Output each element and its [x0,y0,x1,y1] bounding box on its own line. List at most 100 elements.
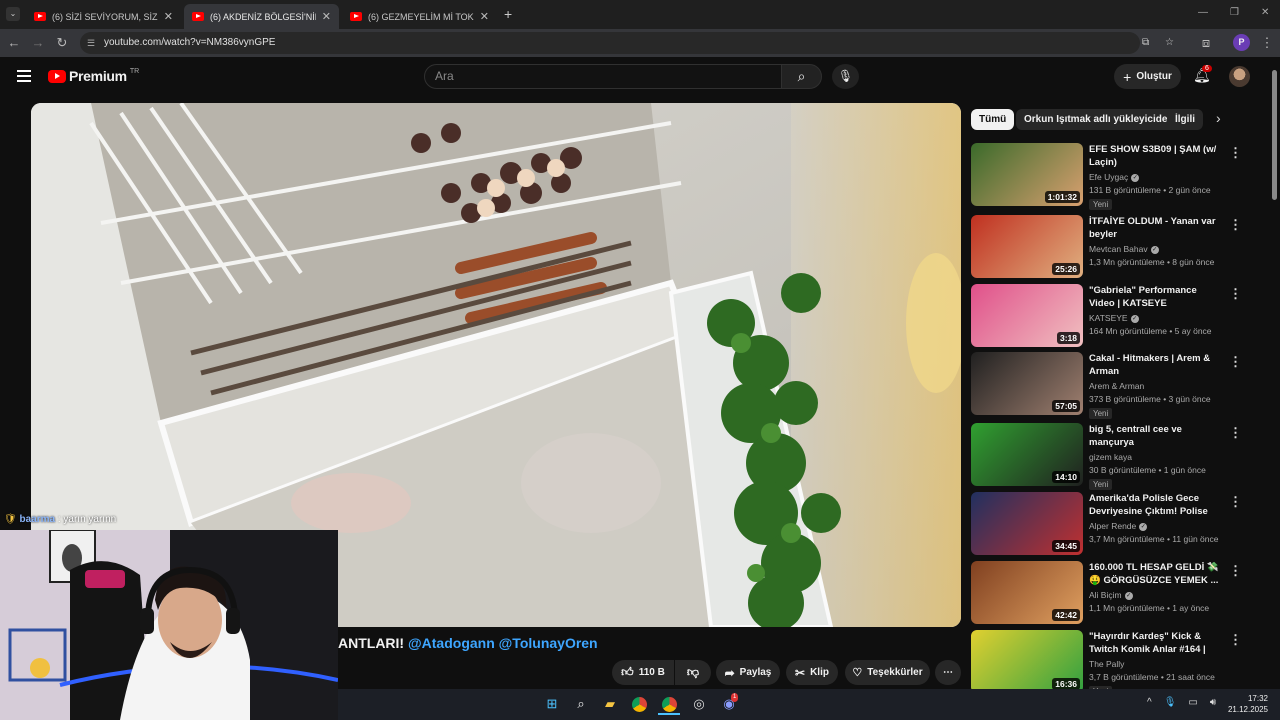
create-button[interactable]: + Oluştur [1114,64,1181,89]
install-icon[interactable]: ⧉ [1142,32,1149,54]
recommendation-item[interactable]: 34:45 Amerika'da Polisle Gece Devriyesine… [971,492,1261,556]
share-button[interactable]: ➦ Paylaş [716,660,780,685]
video-thumbnail[interactable]: 3:18 [971,284,1083,347]
browser-tab-2[interactable]: (6) AKDENİZ BÖLGESİ'NİN EN D ✕ [184,4,339,29]
recommendation-title[interactable]: Cakal - Hitmakers | Arem & Arman [1089,352,1225,378]
mention-link-1[interactable]: @Atadogann [408,635,495,651]
browser-tab-1[interactable]: (6) SİZİ SEVİYORUM, SİZİ SEVİY ✕ [26,4,181,29]
video-thumbnail[interactable]: 16:36 [971,630,1083,693]
more-options-icon[interactable]: ⋮ [1229,632,1242,648]
chip-related[interactable]: İlgili [1167,109,1203,130]
recommendation-item[interactable]: 3:18 "Gabriela" Performance Video | KATSE… [971,284,1261,348]
close-window-icon[interactable]: ✕ [1261,7,1269,18]
new-tab-button[interactable]: + [504,6,512,22]
video-thumbnail[interactable]: 34:45 [971,492,1083,555]
channel-name-row[interactable]: Mevtcan Bahav ✓ [1089,244,1159,254]
tab-search-chevron-icon[interactable]: ⌄ [6,7,20,21]
windows-start-icon[interactable]: ⊞ [541,693,563,715]
chat-message: : yarın yarınn [57,514,117,525]
more-options-icon[interactable]: ⋮ [1229,494,1242,510]
like-button[interactable]: 👍︎ 110 B [612,660,674,685]
search-input[interactable]: Ara [424,64,782,89]
scrollbar-thumb[interactable] [1272,70,1277,200]
channel-name-row[interactable]: Arem & Arman [1089,381,1144,391]
channel-name-row[interactable]: Alper Rende ✓ [1089,521,1148,531]
video-thumbnail[interactable]: 1:01:32 [971,143,1083,206]
chrome-icon[interactable] [628,693,650,715]
channel-name-row[interactable]: Ali Biçim ✓ [1089,590,1133,600]
scissors-icon: ✂ [795,665,806,680]
mention-link-2[interactable]: @TolunayOren [499,635,598,651]
recommendation-item[interactable]: 42:42 160.000 TL HESAP GELDİ 💸🤑 GÖRGÜSÜZC… [971,561,1261,625]
restore-icon[interactable]: ❐ [1230,7,1239,18]
video-thumbnail[interactable]: 42:42 [971,561,1083,624]
recommendation-item[interactable]: 16:36 "Hayırdır Kardeş" Kick & Twitch Kom… [971,630,1261,697]
channel-name-row[interactable]: Efe Uygaç ✓ [1089,172,1140,182]
tray-icons[interactable]: ^ 🎙 ▭ 🔊︎ [1147,697,1216,708]
recommendation-item[interactable]: 1:01:32 EFE SHOW S3B09 | ŞAM (w/ Laçin) Ef… [971,143,1261,210]
recommendation-title[interactable]: "Hayırdır Kardeş" Kick & Twitch Komik An… [1089,630,1225,657]
more-options-icon[interactable]: ⋮ [1229,286,1242,302]
tab-close-icon[interactable]: ✕ [322,10,331,23]
tab-close-icon[interactable]: ✕ [480,10,489,23]
video-thumbnail[interactable]: 57:05 [971,352,1083,415]
chip-from-uploader[interactable]: Orkun Işıtmak adlı yükleyiciden [1016,109,1182,130]
forward-icon[interactable]: → [28,29,48,57]
back-icon[interactable]: ← [4,29,24,57]
address-bar[interactable]: ☰ youtube.com/watch?v=NM386vynGPE ⧉ ☆ [80,32,1174,54]
more-actions-button[interactable]: ⋯ [935,660,961,685]
taskbar-clock[interactable]: 17:32 21.12.2025 [1224,693,1268,715]
recommendation-title[interactable]: EFE SHOW S3B09 | ŞAM (w/ Laçin) [1089,143,1225,169]
video-thumbnail[interactable]: 25:26 [971,215,1083,278]
recommendation-title[interactable]: big 5, centrall cee ve mançurya [1089,423,1225,449]
clip-button[interactable]: ✂ Klip [786,660,838,685]
bookmark-star-icon[interactable]: ☆ [1165,32,1174,54]
voice-search-button[interactable]: 🎙 [832,64,859,89]
discord-icon[interactable]: ◉ 1 [718,693,740,715]
chrome-active-icon[interactable] [658,693,680,715]
account-avatar[interactable] [1229,66,1250,87]
search-button[interactable]: ⌕ [781,64,822,89]
thanks-button[interactable]: ♡ Teşekkürler [845,660,930,685]
channel-name-row[interactable]: gizem kaya [1089,452,1132,462]
tray-chevron-icon[interactable]: ^ [1147,697,1152,708]
reload-icon[interactable]: ↻ [52,29,72,57]
more-options-icon[interactable]: ⋮ [1229,217,1242,233]
recommendation-title[interactable]: "Gabriela" Performance Video | KATSEYE [1089,284,1225,310]
recommendation-item[interactable]: 25:26 İTFAİYE OLDUM - Yanan var beyler Mev… [971,215,1261,279]
youtube-logo[interactable]: Premium TR [48,68,139,84]
more-options-icon[interactable]: ⋮ [1229,425,1242,441]
volume-icon[interactable]: 🔊︎ [1210,697,1216,708]
recommendation-title[interactable]: Amerika'da Polisle Gece Devriyesine Çıkt… [1089,492,1225,519]
site-info-icon[interactable]: ☰ [87,32,95,54]
more-options-icon[interactable]: ⋮ [1229,354,1242,370]
taskbar-search-icon[interactable]: ⌕ [570,693,592,715]
recommendation-item[interactable]: 14:10 big 5, centrall cee ve mançurya gize… [971,423,1261,490]
network-icon[interactable]: ▭ [1188,697,1197,708]
tab-close-icon[interactable]: ✕ [164,10,173,23]
minimize-icon[interactable]: — [1198,7,1208,18]
tray-mic-icon[interactable]: 🎙 [1164,697,1177,708]
recommendation-item[interactable]: 57:05 Cakal - Hitmakers | Arem & Arman Are… [971,352,1261,419]
hamburger-menu-icon[interactable] [17,70,31,82]
video-duration: 14:10 [1052,471,1080,483]
recommendation-title[interactable]: İTFAİYE OLDUM - Yanan var beyler [1089,215,1225,241]
chips-next-icon[interactable]: › [1216,110,1221,126]
clock-date: 21.12.2025 [1227,705,1268,714]
channel-name: Ali Biçim [1089,590,1122,600]
chrome-menu-icon[interactable]: ⋮ [1257,29,1277,57]
chip-all[interactable]: Tümü [971,109,1015,130]
more-options-icon[interactable]: ⋮ [1229,145,1242,161]
extensions-icon[interactable]: ⧈ [1196,29,1216,57]
browser-tab-3[interactable]: (6) GEZMEYELİM Mİ TOKYO? - Y ✕ [342,4,497,29]
file-explorer-icon[interactable]: ▰ [599,693,621,715]
channel-name-row[interactable]: KATSEYE ✓ [1089,313,1139,323]
video-thumbnail[interactable]: 14:10 [971,423,1083,486]
obs-icon[interactable]: ◎ [688,693,710,715]
recommendation-title[interactable]: 160.000 TL HESAP GELDİ 💸🤑 GÖRGÜSÜZCE YEM… [1089,561,1225,587]
dislike-button[interactable]: 👎︎ [675,660,711,685]
notifications-button[interactable]: 🔔︎ 6 [1193,65,1212,84]
profile-avatar[interactable]: P [1233,34,1250,51]
more-options-icon[interactable]: ⋮ [1229,563,1242,579]
channel-name-row[interactable]: The Pally [1089,659,1124,669]
